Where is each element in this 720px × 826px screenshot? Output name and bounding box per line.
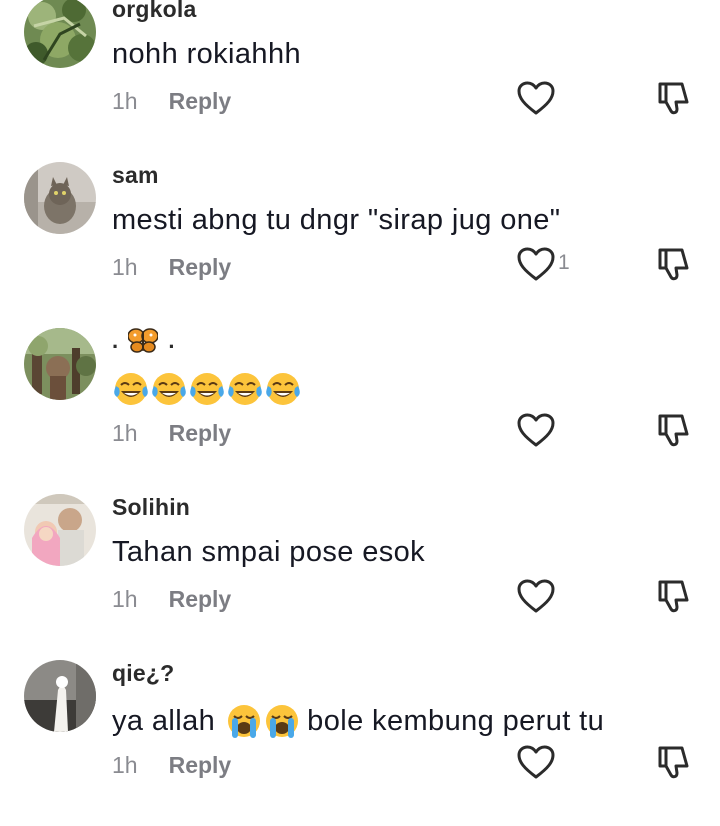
comment-text-before: ya allah	[112, 704, 216, 737]
emoji-group	[225, 702, 301, 740]
comment-meta: 1h Reply	[112, 420, 231, 447]
thumbs-down-icon	[654, 78, 694, 118]
tears-of-joy-emoji-icon	[150, 370, 188, 408]
thumbs-down-icon	[654, 576, 694, 616]
avatar[interactable]	[24, 0, 96, 68]
comment-time: 1h	[112, 88, 138, 114]
comment-meta: 1h Reply	[112, 88, 231, 115]
like-button[interactable]	[516, 80, 558, 116]
reply-button[interactable]: Reply	[169, 254, 232, 281]
comment-text	[112, 370, 302, 408]
comment-username[interactable]: qie¿?	[112, 660, 174, 687]
comment-username[interactable]: orgkola	[112, 0, 196, 23]
like-count: 1	[558, 251, 570, 274]
dislike-button[interactable]	[654, 576, 694, 616]
comment-time: 1h	[112, 752, 138, 778]
comment-time: 1h	[112, 254, 138, 280]
comment-username[interactable]: . .	[112, 328, 175, 354]
comment-time: 1h	[112, 420, 138, 446]
comment-text: nohh rokiahhh	[112, 38, 302, 70]
avatar[interactable]	[24, 328, 96, 400]
reply-button[interactable]: Reply	[169, 752, 232, 779]
comment-text: Tahan smpai pose esok	[112, 536, 426, 568]
comment-text: mesti abng tu dngr "sirap jug one"	[112, 204, 561, 236]
like-button[interactable]	[516, 744, 558, 780]
loudly-crying-emoji-icon	[263, 702, 301, 740]
dislike-button[interactable]	[654, 410, 694, 450]
comment-meta: 1h Reply	[112, 586, 231, 613]
reply-button[interactable]: Reply	[169, 88, 232, 115]
tears-of-joy-emoji-icon	[264, 370, 302, 408]
tears-of-joy-emoji-icon	[226, 370, 264, 408]
heart-outline-icon	[516, 412, 556, 448]
butterfly-emoji-icon	[127, 328, 160, 354]
comment-text: ya allah bole kembung perut tu	[112, 702, 604, 740]
like-button[interactable]: 1	[516, 246, 570, 282]
dislike-button[interactable]	[654, 78, 694, 118]
avatar[interactable]	[24, 162, 96, 234]
heart-outline-icon	[516, 744, 556, 780]
comment-item: orgkola nohh rokiahhh 1h Reply	[0, 0, 720, 162]
comment-text-after: bole kembung perut tu	[307, 704, 605, 737]
thumbs-down-icon	[654, 410, 694, 450]
tears-of-joy-emoji-icon	[188, 370, 226, 408]
username-dot: .	[168, 328, 175, 353]
thumbs-down-icon	[654, 742, 694, 782]
heart-outline-icon	[516, 578, 556, 614]
comment-item: qie¿? ya allah bole kembung perut tu 1h …	[0, 660, 720, 826]
dislike-button[interactable]	[654, 244, 694, 284]
reply-button[interactable]: Reply	[169, 586, 232, 613]
dislike-button[interactable]	[654, 742, 694, 782]
like-button[interactable]	[516, 412, 558, 448]
comment-item: . . 1h Reply	[0, 328, 720, 494]
comment-username[interactable]: sam	[112, 162, 159, 189]
username-dot: .	[112, 328, 119, 353]
reply-button[interactable]: Reply	[169, 420, 232, 447]
loudly-crying-emoji-icon	[225, 702, 263, 740]
comment-meta: 1h Reply	[112, 752, 231, 779]
comment-meta: 1h Reply	[112, 254, 231, 281]
comment-item: sam mesti abng tu dngr "sirap jug one" 1…	[0, 162, 720, 328]
avatar[interactable]	[24, 494, 96, 566]
comment-username[interactable]: Solihin	[112, 494, 190, 521]
heart-outline-icon	[516, 246, 556, 282]
avatar[interactable]	[24, 660, 96, 732]
heart-outline-icon	[516, 80, 556, 116]
tears-of-joy-emoji-icon	[112, 370, 150, 408]
like-button[interactable]	[516, 578, 558, 614]
comment-time: 1h	[112, 586, 138, 612]
comment-item: Solihin Tahan smpai pose esok 1h Reply	[0, 494, 720, 660]
thumbs-down-icon	[654, 244, 694, 284]
